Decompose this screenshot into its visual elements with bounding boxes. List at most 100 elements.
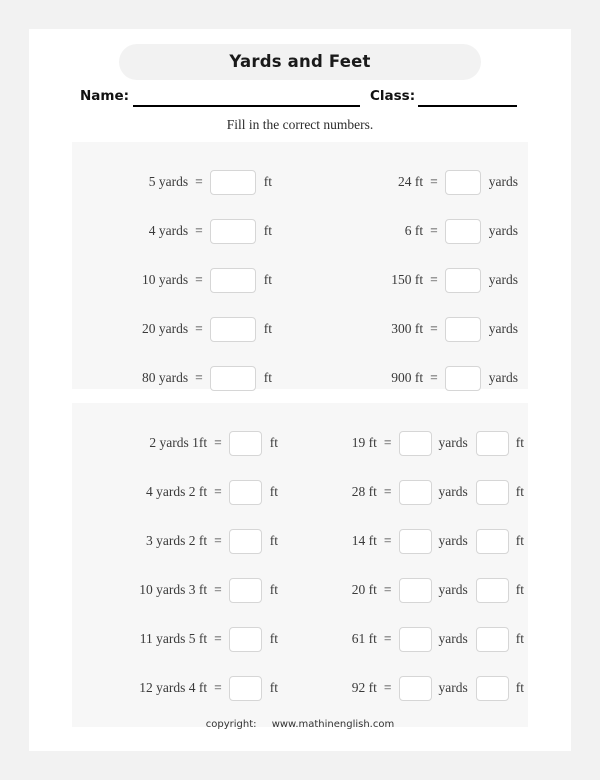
problem-left: 4 yards 2 ft = ft bbox=[72, 478, 300, 506]
answer-box[interactable] bbox=[228, 528, 262, 554]
unit-label: yards bbox=[488, 370, 518, 385]
answer-box-feet[interactable] bbox=[475, 430, 509, 456]
equals-sign: = bbox=[383, 484, 392, 499]
problem-question: 14 ft bbox=[351, 533, 377, 548]
problem-question: 300 ft bbox=[391, 321, 424, 336]
unit-label-feet: ft bbox=[515, 533, 524, 548]
unit-label: yards bbox=[488, 223, 518, 238]
unit-label: ft bbox=[263, 370, 272, 385]
problem-right: 300 ft = yards bbox=[300, 315, 528, 343]
problem-question: 24 ft bbox=[398, 174, 424, 189]
answer-box-yards[interactable] bbox=[398, 430, 432, 456]
equals-sign: = bbox=[430, 174, 438, 189]
answer-box[interactable] bbox=[209, 169, 256, 195]
problem-right: 150 ft = yards bbox=[300, 266, 528, 294]
name-class-row: Name: Class: bbox=[29, 87, 571, 109]
unit-label-feet: ft bbox=[515, 631, 524, 646]
answer-box[interactable] bbox=[444, 169, 481, 195]
unit-label: ft bbox=[263, 321, 272, 336]
unit-label-yards: yards bbox=[438, 680, 468, 695]
answer-box-feet[interactable] bbox=[475, 479, 509, 505]
problem-question: 80 yards bbox=[142, 370, 189, 385]
equals-sign: = bbox=[383, 631, 392, 646]
problem-right: 6 ft = yards bbox=[300, 217, 528, 245]
problem-question: 11 yards 5 ft bbox=[139, 631, 208, 646]
problem-row: 4 yards 2 ft = ft 28 ft = yards ft bbox=[72, 478, 528, 506]
section-one-panel: 5 yards = ft 24 ft = yards 4 yards = ft 6 ft = yard… bbox=[72, 142, 528, 392]
class-label: Class: bbox=[370, 88, 416, 104]
equals-sign: = bbox=[195, 321, 203, 336]
problem-left: 20 yards = ft bbox=[72, 315, 300, 343]
worksheet-page: Yards and Feet Name: Class: Fill in the … bbox=[29, 29, 571, 751]
answer-box-yards[interactable] bbox=[398, 577, 432, 603]
problem-question: 5 yards bbox=[148, 174, 189, 189]
website-url: www.mathinenglish.com bbox=[271, 719, 395, 730]
answer-box[interactable] bbox=[444, 218, 481, 244]
unit-label: yards bbox=[488, 321, 518, 336]
unit-label-feet: ft bbox=[515, 435, 524, 450]
equals-sign: = bbox=[383, 680, 392, 695]
problem-left: 80 yards = ft bbox=[72, 364, 300, 392]
answer-box[interactable] bbox=[444, 267, 481, 293]
answer-box-feet[interactable] bbox=[475, 626, 509, 652]
unit-label-yards: yards bbox=[438, 631, 468, 646]
unit-label-yards: yards bbox=[438, 582, 468, 597]
problem-row: 80 yards = ft 900 ft = yards bbox=[72, 364, 528, 392]
problem-right: 19 ft = yards ft bbox=[300, 429, 528, 457]
equals-sign: = bbox=[214, 631, 222, 646]
name-write-line[interactable] bbox=[133, 105, 360, 107]
problem-right: 61 ft = yards ft bbox=[300, 625, 528, 653]
class-write-line[interactable] bbox=[418, 105, 517, 107]
answer-box-feet[interactable] bbox=[475, 528, 509, 554]
problem-question: 61 ft bbox=[351, 631, 377, 646]
answer-box[interactable] bbox=[228, 479, 262, 505]
problem-question: 28 ft bbox=[351, 484, 377, 499]
problem-question: 10 yards 3 ft bbox=[139, 582, 208, 597]
answer-box[interactable] bbox=[228, 675, 262, 701]
problem-row: 4 yards = ft 6 ft = yards bbox=[72, 217, 528, 245]
problem-row: 12 yards 4 ft = ft 92 ft = yards ft bbox=[72, 674, 528, 702]
answer-box-yards[interactable] bbox=[398, 626, 432, 652]
answer-box-yards[interactable] bbox=[398, 479, 432, 505]
answer-box[interactable] bbox=[444, 365, 481, 391]
problem-question: 150 ft bbox=[391, 272, 424, 287]
answer-box-yards[interactable] bbox=[398, 528, 432, 554]
problem-row: 5 yards = ft 24 ft = yards bbox=[72, 168, 528, 196]
equals-sign: = bbox=[195, 370, 203, 385]
problem-right: 28 ft = yards ft bbox=[300, 478, 528, 506]
answer-box[interactable] bbox=[228, 577, 262, 603]
equals-sign: = bbox=[430, 370, 438, 385]
answer-box[interactable] bbox=[444, 316, 481, 342]
answer-box[interactable] bbox=[209, 365, 256, 391]
equals-sign: = bbox=[214, 582, 222, 597]
unit-label: ft bbox=[269, 533, 278, 548]
problem-right: 92 ft = yards ft bbox=[300, 674, 528, 702]
equals-sign: = bbox=[214, 484, 222, 499]
unit-label-yards: yards bbox=[438, 435, 468, 450]
unit-label: yards bbox=[488, 272, 518, 287]
problem-row: 10 yards = ft 150 ft = yards bbox=[72, 266, 528, 294]
unit-label: ft bbox=[269, 435, 278, 450]
name-label: Name: bbox=[80, 88, 130, 104]
answer-box[interactable] bbox=[209, 316, 256, 342]
answer-box-feet[interactable] bbox=[475, 577, 509, 603]
problem-row: 3 yards 2 ft = ft 14 ft = yards ft bbox=[72, 527, 528, 555]
answer-box[interactable] bbox=[209, 218, 256, 244]
page-title: Yards and Feet bbox=[229, 52, 371, 71]
footer: copyright: www.mathinenglish.com bbox=[29, 719, 571, 730]
equals-sign: = bbox=[430, 223, 438, 238]
problem-left: 11 yards 5 ft = ft bbox=[72, 625, 300, 653]
answer-box-yards[interactable] bbox=[398, 675, 432, 701]
copyright-label: copyright: bbox=[205, 719, 257, 730]
unit-label: ft bbox=[263, 223, 272, 238]
problem-question: 10 yards bbox=[142, 272, 189, 287]
equals-sign: = bbox=[383, 533, 392, 548]
answer-box[interactable] bbox=[228, 430, 262, 456]
problem-question: 20 ft bbox=[351, 582, 377, 597]
equals-sign: = bbox=[195, 272, 203, 287]
unit-label: ft bbox=[269, 631, 278, 646]
answer-box[interactable] bbox=[228, 626, 262, 652]
answer-box[interactable] bbox=[209, 267, 256, 293]
problem-question: 900 ft bbox=[391, 370, 424, 385]
answer-box-feet[interactable] bbox=[475, 675, 509, 701]
